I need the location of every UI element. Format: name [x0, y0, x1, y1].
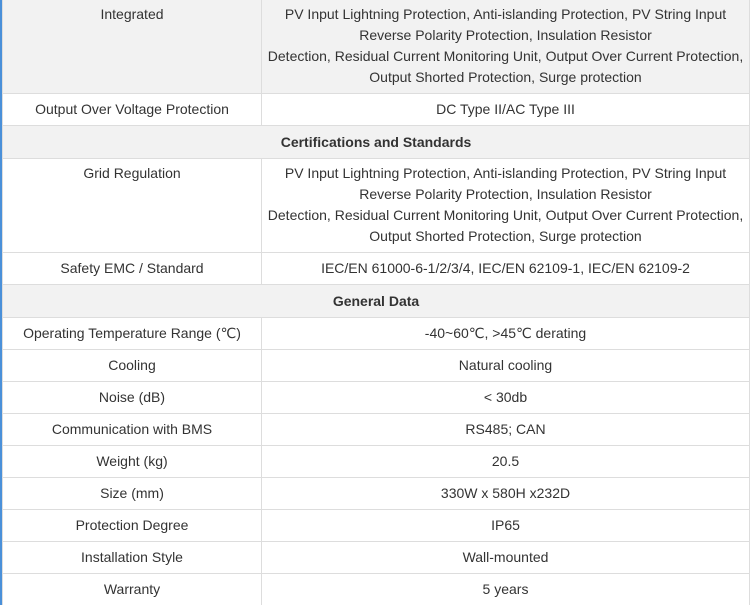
- row-label: Warranty: [2, 573, 262, 605]
- row-value: DC Type II/AC Type III: [261, 93, 750, 126]
- table-row: Warranty 5 years: [2, 573, 750, 605]
- left-accent-rule: [0, 0, 2, 605]
- table-row: Grid Regulation PV Input Lightning Prote…: [2, 158, 750, 253]
- section-title: Certifications and Standards: [2, 125, 750, 159]
- table-row: Weight (kg) 20.5: [2, 445, 750, 478]
- table-row: Operating Temperature Range (℃) -40~60℃,…: [2, 317, 750, 350]
- row-value: -40~60℃, >45℃ derating: [261, 317, 750, 350]
- row-value: 20.5: [261, 445, 750, 478]
- row-label: Weight (kg): [2, 445, 262, 478]
- row-label: Grid Regulation: [2, 158, 262, 253]
- row-label: Integrated: [2, 0, 262, 94]
- row-label: Communication with BMS: [2, 413, 262, 446]
- row-value: PV Input Lightning Protection, Anti-isla…: [261, 0, 750, 94]
- section-header-certifications: Certifications and Standards: [2, 125, 750, 159]
- row-value: IP65: [261, 509, 750, 542]
- value-line: PV Input Lightning Protection, Anti-isla…: [284, 6, 727, 22]
- value-line: PV Input Lightning Protection, Anti-isla…: [284, 165, 727, 181]
- spec-table: Integrated PV Input Lightning Protection…: [2, 0, 750, 605]
- row-label: Noise (dB): [2, 381, 262, 414]
- row-label: Protection Degree: [2, 509, 262, 542]
- value-line: Detection, Residual Current Monitoring U…: [267, 48, 744, 64]
- row-value: 330W x 580H x232D: [261, 477, 750, 510]
- table-row: Safety EMC / Standard IEC/EN 61000-6-1/2…: [2, 252, 750, 285]
- table-row: Noise (dB) < 30db: [2, 381, 750, 414]
- table-row: Size (mm) 330W x 580H x232D: [2, 477, 750, 510]
- section-header-general-data: General Data: [2, 284, 750, 318]
- row-value: IEC/EN 61000-6-1/2/3/4, IEC/EN 62109-1, …: [261, 252, 750, 285]
- row-value: < 30db: [261, 381, 750, 414]
- row-label: Size (mm): [2, 477, 262, 510]
- table-row: Cooling Natural cooling: [2, 349, 750, 382]
- value-line: Reverse Polarity Protection, Insulation …: [359, 186, 652, 202]
- table-row: Output Over Voltage Protection DC Type I…: [2, 93, 750, 126]
- row-label: Operating Temperature Range (℃): [2, 317, 262, 350]
- spec-page: Integrated PV Input Lightning Protection…: [0, 0, 752, 605]
- row-label: Cooling: [2, 349, 262, 382]
- row-value: Wall-mounted: [261, 541, 750, 574]
- row-value: 5 years: [261, 573, 750, 605]
- row-value: RS485; CAN: [261, 413, 750, 446]
- row-value: PV Input Lightning Protection, Anti-isla…: [261, 158, 750, 253]
- row-label: Installation Style: [2, 541, 262, 574]
- table-row: Integrated PV Input Lightning Protection…: [2, 0, 750, 94]
- value-line: Detection, Residual Current Monitoring U…: [267, 207, 744, 223]
- row-label: Safety EMC / Standard: [2, 252, 262, 285]
- table-row: Communication with BMS RS485; CAN: [2, 413, 750, 446]
- section-title: General Data: [2, 284, 750, 318]
- value-line: Output Shorted Protection, Surge protect…: [369, 69, 642, 85]
- row-value: Natural cooling: [261, 349, 750, 382]
- table-row: Protection Degree IP65: [2, 509, 750, 542]
- value-line: Reverse Polarity Protection, Insulation …: [359, 27, 652, 43]
- table-row: Installation Style Wall-mounted: [2, 541, 750, 574]
- value-line: Output Shorted Protection, Surge protect…: [369, 228, 642, 244]
- row-label: Output Over Voltage Protection: [2, 93, 262, 126]
